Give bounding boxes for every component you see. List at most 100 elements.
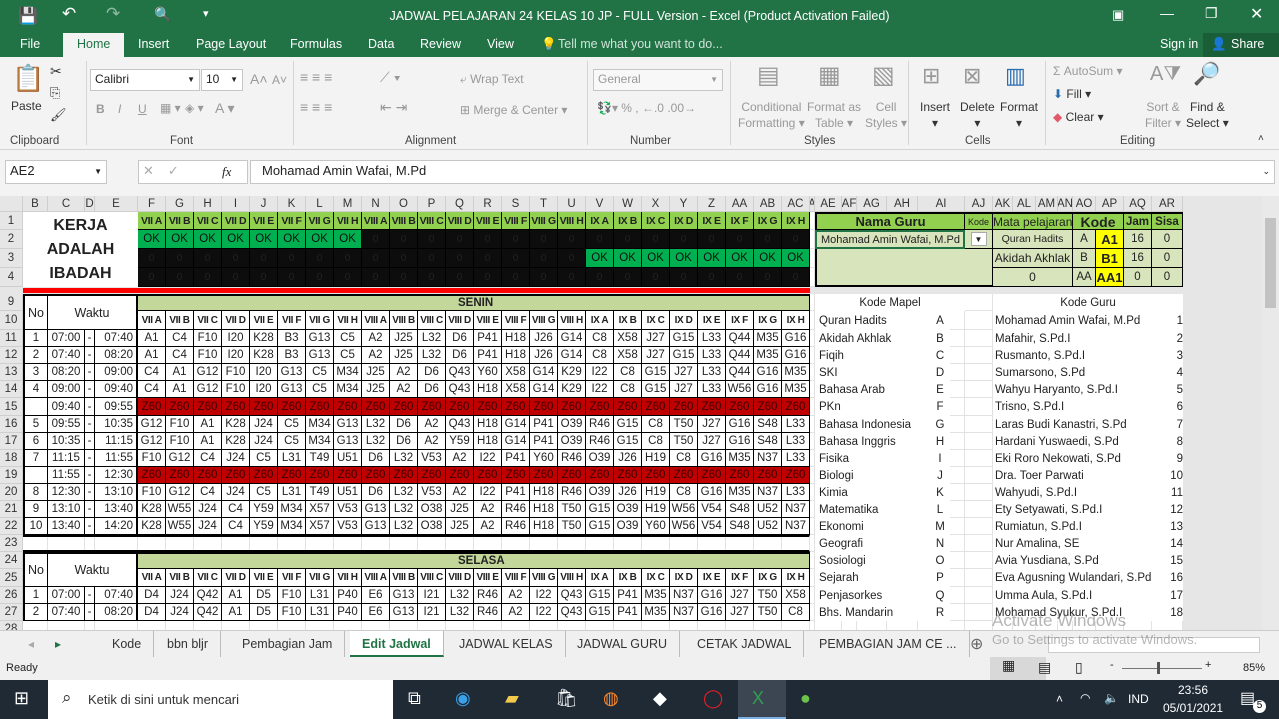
sheet-tab[interactable]: Kode: [100, 631, 155, 657]
schedule-cell[interactable]: Q43: [446, 381, 474, 398]
schedule-cell[interactable]: R46: [474, 587, 502, 604]
schedule-cell[interactable]: T50: [558, 501, 586, 518]
column-header[interactable]: AH: [887, 196, 918, 212]
schedule-cell[interactable]: A2: [390, 381, 418, 398]
schedule-cell[interactable]: V54: [698, 501, 726, 518]
schedule-cell[interactable]: M35: [642, 587, 670, 604]
insert-function-button[interactable]: fx: [222, 164, 231, 180]
schedule-cell[interactable]: D6: [390, 433, 418, 450]
column-header[interactable]: C: [48, 196, 85, 212]
schedule-cell[interactable]: J24: [250, 416, 278, 433]
schedule-cell[interactable]: L31: [278, 450, 306, 467]
schedule-cell[interactable]: C5: [334, 330, 362, 347]
schedule-cell[interactable]: K28: [222, 433, 250, 450]
edge-icon[interactable]: ◉: [455, 688, 471, 709]
schedule-cell[interactable]: A1: [166, 381, 194, 398]
schedule-cell[interactable]: G13: [334, 416, 362, 433]
break-cell[interactable]: Z60: [306, 467, 334, 484]
schedule-cell[interactable]: D4: [138, 587, 166, 604]
schedule-cell[interactable]: A2: [418, 416, 446, 433]
schedule-cell[interactable]: G14: [502, 416, 530, 433]
schedule-cell[interactable]: L32: [362, 433, 390, 450]
schedule-cell[interactable]: U52: [754, 518, 782, 535]
column-header[interactable]: T: [530, 196, 558, 212]
vertical-scrollbar[interactable]: [1262, 196, 1279, 630]
break-cell[interactable]: Z60: [194, 467, 222, 484]
column-header[interactable]: O: [390, 196, 418, 212]
ribbon-display-icon[interactable]: ▣: [1112, 7, 1124, 23]
break-cell[interactable]: Z60: [530, 398, 558, 416]
schedule-cell[interactable]: S48: [754, 433, 782, 450]
column-header[interactable]: K: [278, 196, 306, 212]
schedule-cell[interactable]: M34: [334, 364, 362, 381]
schedule-cell[interactable]: L33: [782, 484, 810, 501]
schedule-cell[interactable]: Y60: [474, 364, 502, 381]
row-header[interactable]: 2: [0, 230, 23, 249]
break-cell[interactable]: Z60: [726, 398, 754, 416]
gridline-cell[interactable]: [586, 621, 614, 630]
row-header[interactable]: 18: [0, 450, 23, 467]
schedule-cell[interactable]: G14: [530, 381, 558, 398]
schedule-cell[interactable]: P40: [334, 587, 362, 604]
tell-me-box[interactable]: Tell me what you want to do...: [558, 37, 723, 51]
schedule-cell[interactable]: A2: [390, 364, 418, 381]
schedule-cell[interactable]: R46: [586, 433, 614, 450]
row-header[interactable]: 3: [0, 249, 23, 268]
sheet-tab[interactable]: JADWAL GURU: [565, 631, 681, 657]
taskbar-search[interactable]: ⌕ Ketik di sini untuk mencari: [48, 680, 393, 719]
break-cell[interactable]: Z60: [166, 398, 194, 416]
column-header[interactable]: L: [306, 196, 334, 212]
tab-formulas[interactable]: Formulas: [290, 37, 342, 51]
break-cell[interactable]: Z60: [222, 398, 250, 416]
schedule-cell[interactable]: C8: [614, 381, 642, 398]
schedule-cell[interactable]: N37: [670, 604, 698, 621]
gridline-cell[interactable]: [23, 621, 48, 630]
schedule-cell[interactable]: Y59: [250, 518, 278, 535]
gridline-cell[interactable]: [965, 518, 993, 535]
restore-icon[interactable]: ❐: [1205, 5, 1218, 22]
gridline-cell[interactable]: [85, 621, 95, 630]
close-icon[interactable]: ✕: [1250, 4, 1263, 24]
column-header[interactable]: AR: [1152, 196, 1183, 212]
schedule-cell[interactable]: R46: [474, 604, 502, 621]
break-cell[interactable]: Z60: [250, 398, 278, 416]
schedule-cell[interactable]: G15: [586, 501, 614, 518]
schedule-cell[interactable]: C8: [642, 433, 670, 450]
row-header[interactable]: 27: [0, 604, 23, 621]
network-icon[interactable]: ◠: [1080, 691, 1090, 705]
page-break-view-icon[interactable]: ▯: [1075, 659, 1083, 676]
conditional-formatting-icon[interactable]: ▤: [757, 61, 780, 90]
schedule-cell[interactable]: N37: [782, 501, 810, 518]
column-header[interactable]: AG: [857, 196, 887, 212]
dropdown-button[interactable]: ▼: [965, 230, 993, 249]
merge-center-button[interactable]: ⊞ Merge & Center ▾: [460, 103, 567, 117]
show-hidden-icon[interactable]: ˄: [1056, 692, 1063, 706]
gridline-cell[interactable]: [965, 604, 993, 621]
insert-button[interactable]: Insert ▾: [920, 99, 950, 131]
schedule-cell[interactable]: J27: [698, 416, 726, 433]
column-header[interactable]: U: [558, 196, 586, 212]
gridline-cell[interactable]: [965, 450, 993, 467]
schedule-cell[interactable]: T49: [306, 484, 334, 501]
schedule-cell[interactable]: C4: [194, 484, 222, 501]
schedule-cell[interactable]: V53: [334, 501, 362, 518]
schedule-cell[interactable]: A2: [446, 484, 474, 501]
schedule-cell[interactable]: C5: [306, 364, 334, 381]
schedule-cell[interactable]: C5: [306, 381, 334, 398]
schedule-cell[interactable]: L32: [390, 484, 418, 501]
schedule-cell[interactable]: J27: [642, 330, 670, 347]
row-header[interactable]: 20: [0, 484, 23, 501]
store-icon[interactable]: 🛍: [555, 688, 578, 709]
schedule-cell[interactable]: B3: [278, 330, 306, 347]
schedule-cell[interactable]: L32: [390, 450, 418, 467]
schedule-cell[interactable]: P41: [614, 604, 642, 621]
schedule-cell[interactable]: D6: [446, 330, 474, 347]
task-view-icon[interactable]: ⧉: [408, 688, 421, 709]
schedule-cell[interactable]: L32: [390, 518, 418, 535]
gridline-cell[interactable]: [250, 621, 278, 630]
tab-file[interactable]: File: [20, 37, 40, 51]
schedule-cell[interactable]: Q44: [726, 330, 754, 347]
schedule-cell[interactable]: K28: [222, 416, 250, 433]
schedule-cell[interactable]: C8: [642, 416, 670, 433]
schedule-cell[interactable]: H18: [530, 518, 558, 535]
